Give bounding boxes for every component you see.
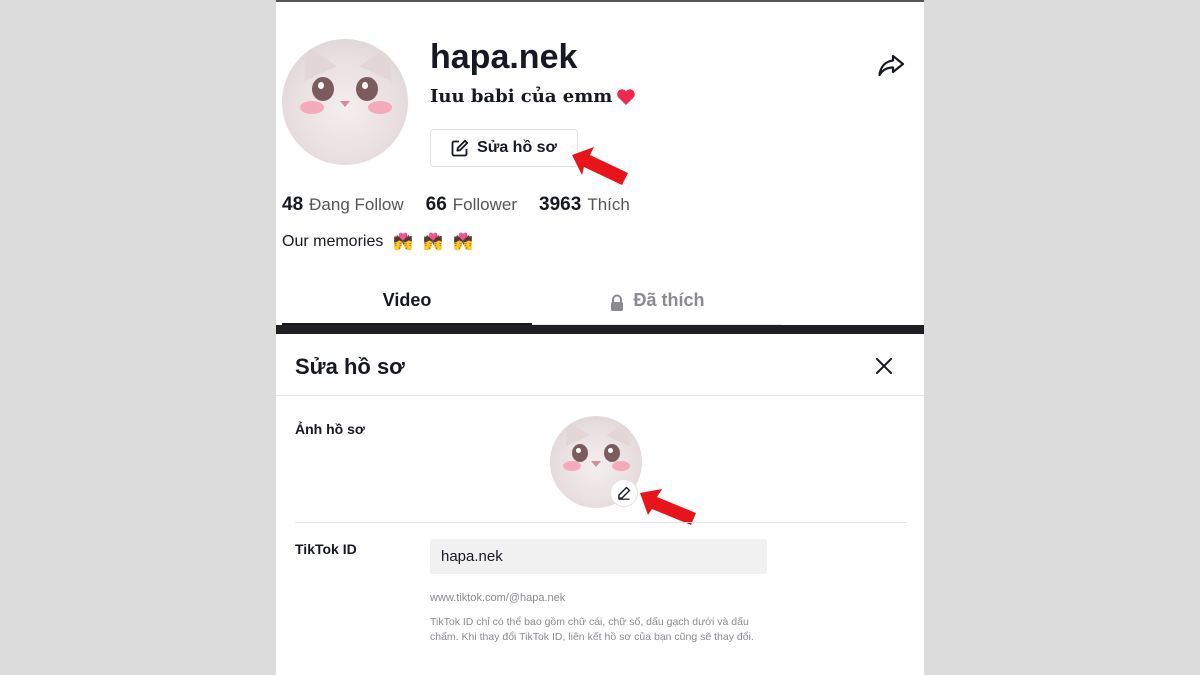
pencil-icon <box>618 486 631 500</box>
lock-icon <box>611 294 624 311</box>
description-text: Our memories <box>282 233 384 250</box>
likes-label: Thích <box>587 195 630 214</box>
dialog-title: Sửa hồ sơ <box>295 354 405 379</box>
follower-stat[interactable]: 66 Follower <box>426 194 517 216</box>
likes-stat: 3963 Thích <box>539 194 630 216</box>
kiss-emoji-icon: 💏 <box>423 234 444 251</box>
edit-icon <box>451 139 469 157</box>
following-stat[interactable]: 48 Đang Follow <box>282 194 404 216</box>
profile-description: Our memories 💏 💏 💏 <box>282 232 473 252</box>
likes-count: 3963 <box>539 194 582 215</box>
profile-photo-label: Ảnh hồ sơ <box>295 421 365 437</box>
tab-video-label: Video <box>382 290 432 310</box>
photo-section-divider <box>295 522 907 523</box>
follower-label: Follower <box>452 195 518 214</box>
edit-profile-button[interactable]: Sửa hồ sơ <box>430 129 578 167</box>
tab-liked[interactable]: Đã thích <box>532 287 782 325</box>
follower-count: 66 <box>425 194 447 215</box>
profile-stats: 48 Đang Follow 66 Follower 3963 Thích <box>282 194 630 216</box>
heart-icon <box>617 88 636 105</box>
following-label: Đang Follow <box>309 195 404 214</box>
username: hapa.nek <box>430 38 578 76</box>
tab-video[interactable]: Video <box>282 287 532 325</box>
profile-tabs: Video Đã thích <box>282 287 782 325</box>
profile-panel: hapa.nek Iuu babi của emm Sửa hồ sơ 48 Đa… <box>276 0 924 325</box>
tiktok-id-hint: TikTok ID chỉ có thể bao gồm chữ cái, ch… <box>430 616 754 643</box>
edit-photo-button[interactable] <box>610 479 638 507</box>
annotation-arrow <box>572 147 628 185</box>
bio-text: Iuu babi của emm <box>430 86 613 107</box>
edit-profile-label: Sửa hồ sơ <box>477 139 557 156</box>
tiktok-id-input[interactable] <box>430 539 767 574</box>
dialog-header-divider <box>276 395 924 396</box>
tiktok-id-label: TikTok ID <box>295 541 357 557</box>
profile-avatar[interactable] <box>282 39 408 165</box>
section-divider <box>276 325 924 334</box>
share-icon[interactable] <box>876 50 906 80</box>
kiss-emoji-icon: 💏 <box>453 234 474 251</box>
kiss-emoji-icon: 💏 <box>393 234 414 251</box>
following-count: 48 <box>282 194 304 215</box>
bio: Iuu babi của emm <box>430 86 636 107</box>
profile-url: www.tiktok.com/@hapa.nek <box>430 592 566 604</box>
tab-liked-label: Đã thích <box>633 290 705 310</box>
close-icon[interactable] <box>872 354 896 378</box>
edit-profile-dialog: Sửa hồ sơ Ảnh hồ sơ TikTok ID www.tiktok… <box>276 334 924 675</box>
